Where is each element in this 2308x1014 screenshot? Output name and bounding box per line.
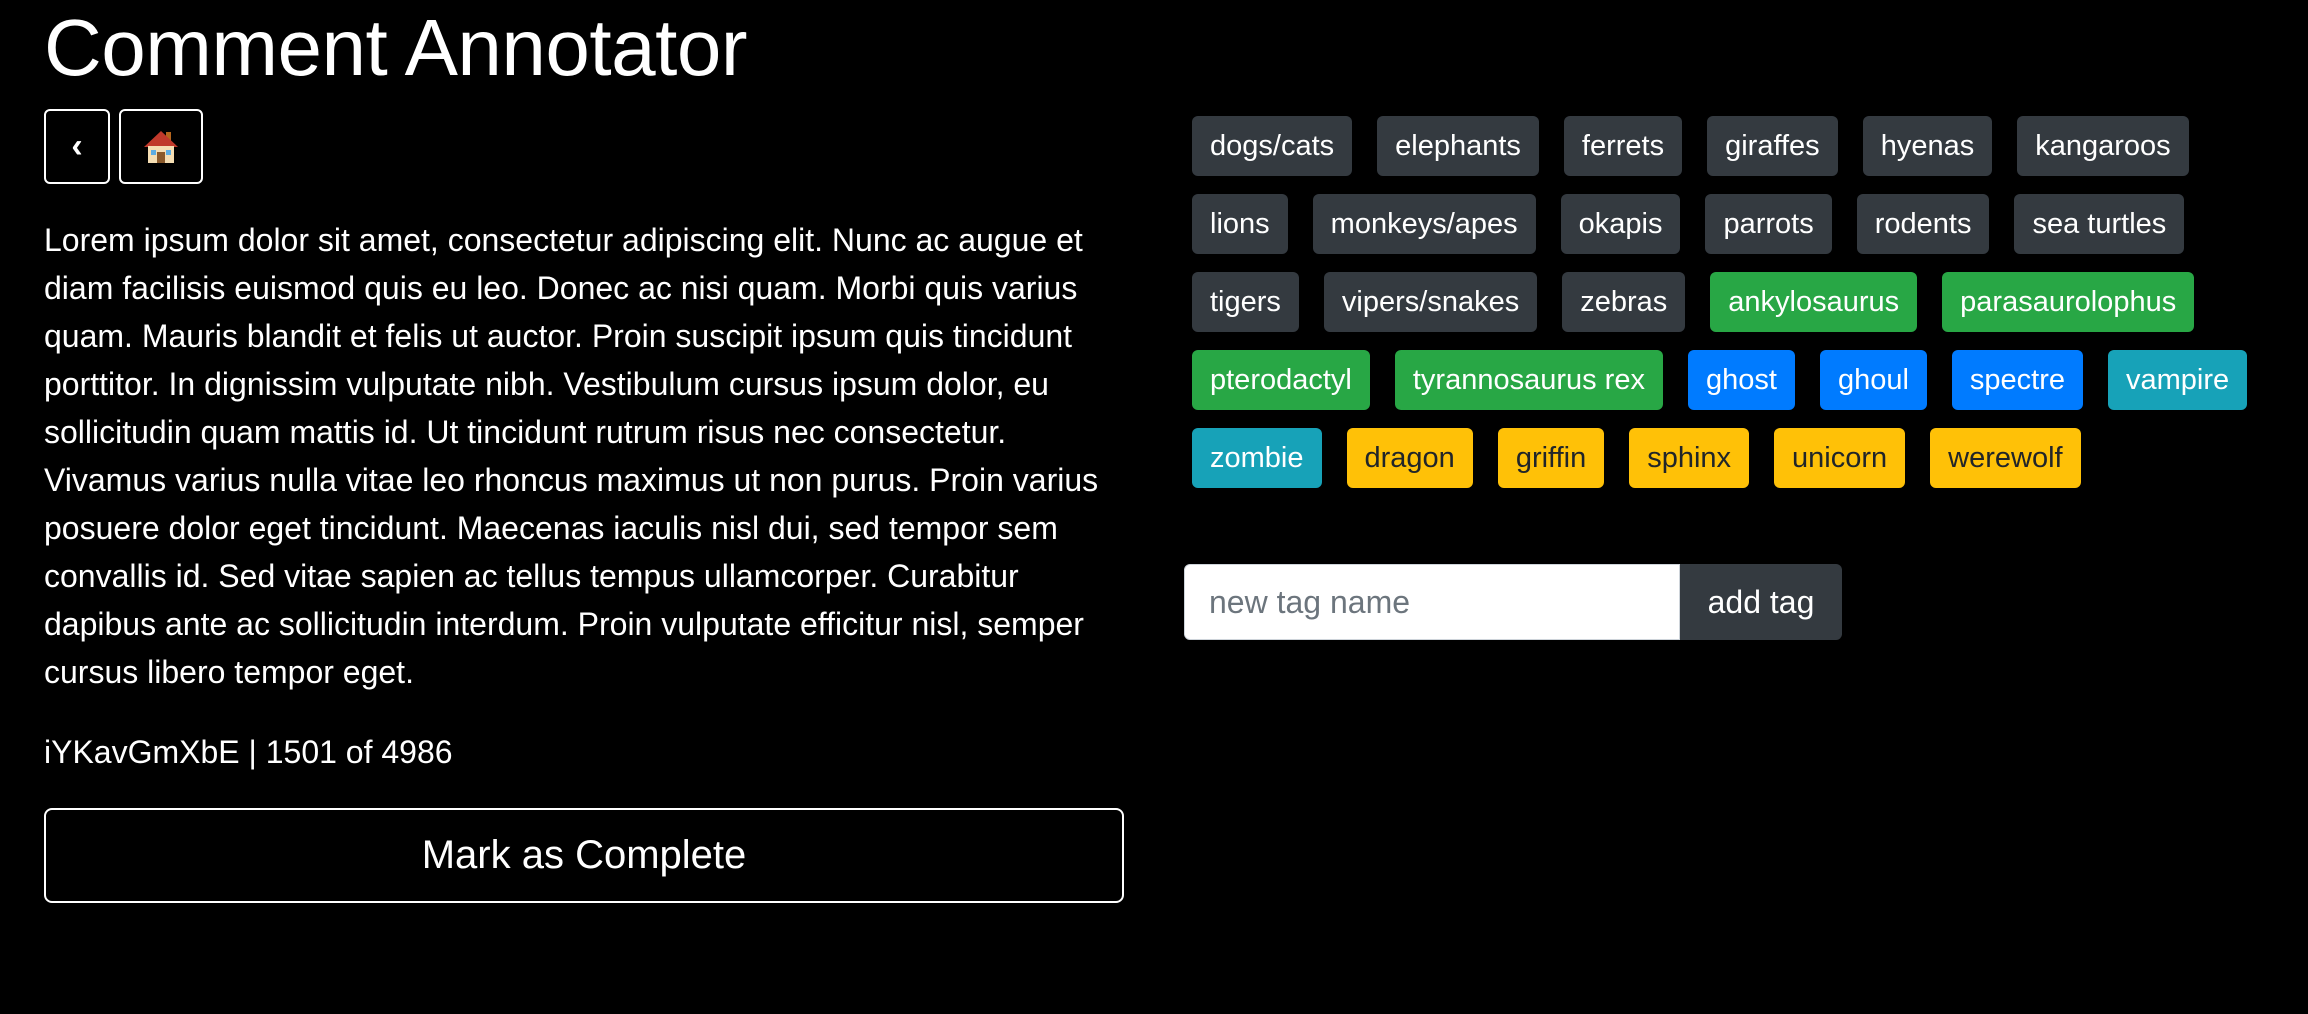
tag-button[interactable]: giraffes <box>1707 116 1838 176</box>
tag-list: dogs/cats elephants ferrets giraffes hyenas k… <box>1192 116 2272 488</box>
comment-meta: iYKavGmXbE | 1501 of 4986 <box>44 734 453 770</box>
tag-button[interactable]: zebras <box>1562 272 1686 332</box>
tag-button[interactable]: ankylosaurus <box>1710 272 1918 332</box>
tag-button[interactable]: werewolf <box>1930 428 2081 488</box>
tag-button[interactable]: tyrannosaurus rex <box>1394 350 1663 410</box>
tag-button[interactable]: zombie <box>1192 428 1322 488</box>
tag-button[interactable]: vipers/snakes <box>1323 272 1538 332</box>
tag-button[interactable]: sphinx <box>1629 428 1750 488</box>
tag-button[interactable]: dogs/cats <box>1192 116 1353 176</box>
house-icon <box>144 130 178 163</box>
tag-button[interactable]: ghost <box>1687 350 1795 410</box>
add-tag-button[interactable]: add tag <box>1680 564 1842 640</box>
tag-button[interactable]: sea turtles <box>2014 194 2185 254</box>
add-tag-form: add tag <box>1184 564 1842 640</box>
tag-button[interactable]: parrots <box>1705 194 1832 254</box>
tag-button[interactable]: spectre <box>1951 350 2084 410</box>
tag-button[interactable]: griffin <box>1497 428 1605 488</box>
tag-button[interactable]: elephants <box>1377 116 1539 176</box>
tag-button[interactable]: lions <box>1192 194 1288 254</box>
tag-button[interactable]: parasaurolophus <box>1942 272 2195 332</box>
home-button[interactable] <box>119 109 203 184</box>
tag-button[interactable]: tigers <box>1192 272 1299 332</box>
tag-button[interactable]: hyenas <box>1862 116 1993 176</box>
tag-button[interactable]: ferrets <box>1563 116 1683 176</box>
tag-button[interactable]: pterodactyl <box>1192 350 1370 410</box>
new-tag-input[interactable] <box>1184 564 1680 640</box>
tag-button[interactable]: monkeys/apes <box>1312 194 1536 254</box>
chevron-left-icon: ‹ <box>71 127 83 165</box>
tag-button[interactable]: ghoul <box>1819 350 1927 410</box>
tag-button[interactable]: okapis <box>1560 194 1681 254</box>
tag-button[interactable]: kangaroos <box>2017 116 2189 176</box>
mark-complete-button[interactable]: Mark as Complete <box>44 808 1124 903</box>
tag-button[interactable]: rodents <box>1856 194 1990 254</box>
back-button[interactable]: ‹ <box>44 109 110 184</box>
tag-button[interactable]: unicorn <box>1774 428 1906 488</box>
tag-button[interactable]: dragon <box>1346 428 1473 488</box>
tag-button[interactable]: vampire <box>2108 350 2248 410</box>
page-title: Comment Annotator <box>44 3 747 92</box>
comment-text: Lorem ipsum dolor sit amet, consectetur … <box>44 222 1099 690</box>
